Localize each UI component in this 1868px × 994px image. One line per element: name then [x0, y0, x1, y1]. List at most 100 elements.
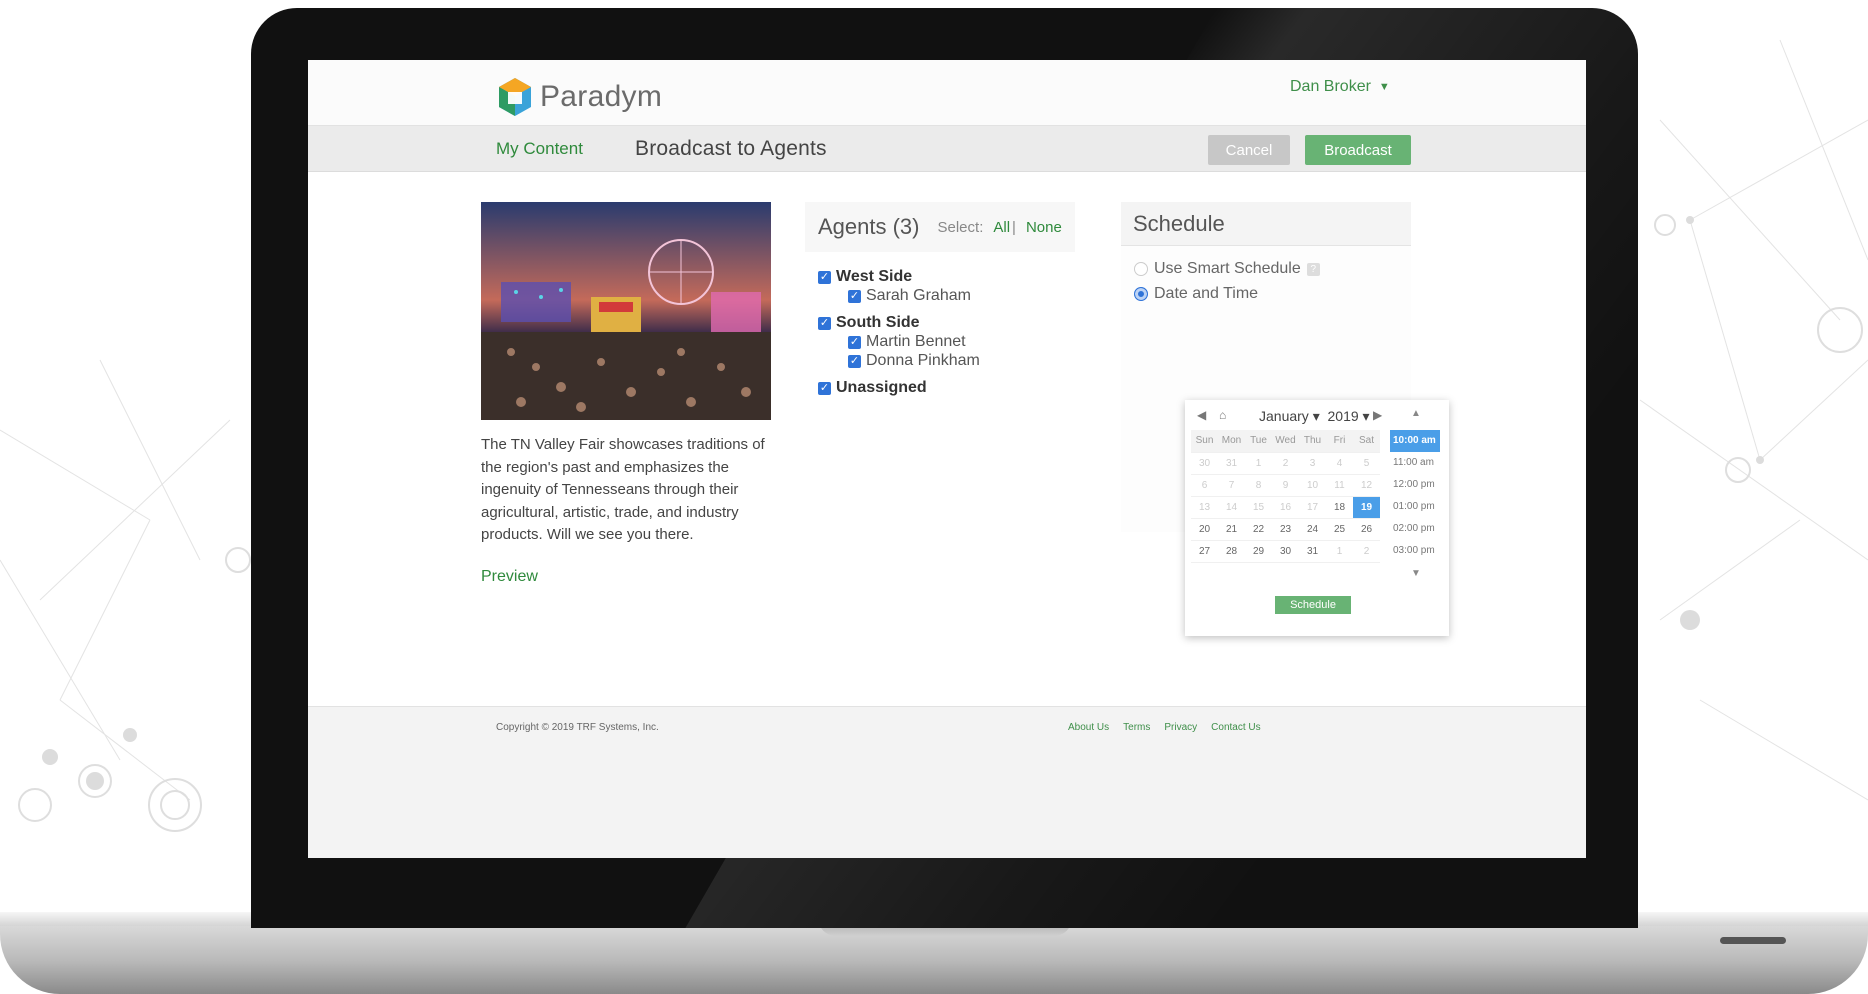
calendar-day[interactable]: 28 — [1218, 540, 1245, 563]
week-row: 27 28 29 30 31 1 2 — [1191, 540, 1380, 563]
time-option[interactable]: 03:00 pm — [1390, 540, 1440, 562]
calendar-grid: Sun Mon Tue Wed Thu Fri Sat 30 31 1 2 3 — [1191, 430, 1380, 563]
group-label: South Side — [836, 314, 920, 331]
brand-logo[interactable]: Paradym — [496, 76, 662, 118]
question-icon[interactable]: ? — [1306, 262, 1320, 276]
time-option-selected[interactable]: 10:00 am — [1390, 430, 1440, 452]
my-content-link[interactable]: My Content — [496, 139, 583, 159]
calendar-day[interactable]: 13 — [1191, 496, 1218, 519]
calendar-day[interactable]: 24 — [1299, 518, 1326, 541]
weekday-label: Tue — [1245, 430, 1272, 453]
next-month-icon[interactable]: ▶ — [1373, 408, 1382, 422]
group-label: Unassigned — [836, 379, 927, 396]
calendar-day[interactable]: 8 — [1245, 474, 1272, 497]
date-time-option[interactable]: Date and Time — [1134, 285, 1258, 303]
calendar-day[interactable]: 30 — [1191, 452, 1218, 475]
time-option[interactable]: 12:00 pm — [1390, 474, 1440, 496]
month-year-select[interactable]: January ▾ 2019 ▾ — [1259, 408, 1370, 425]
home-icon[interactable]: ⌂ — [1219, 408, 1226, 422]
fair-photo — [481, 202, 771, 420]
calendar-day[interactable]: 5 — [1353, 452, 1380, 475]
group-row-unassigned[interactable]: ✓ Unassigned — [818, 379, 927, 397]
week-row: 6 7 8 9 10 11 12 — [1191, 474, 1380, 497]
agent-label: Donna Pinkham — [866, 352, 980, 369]
weekday-row: Sun Mon Tue Wed Thu Fri Sat — [1191, 430, 1380, 453]
checkbox-checked-icon[interactable]: ✓ — [848, 354, 861, 368]
calendar-day[interactable]: 27 — [1191, 540, 1218, 563]
year-select[interactable]: 2019 — [1328, 408, 1359, 424]
checkbox-checked-icon[interactable]: ✓ — [818, 381, 831, 395]
calendar-day[interactable]: 1 — [1245, 452, 1272, 475]
calendar-day[interactable]: 12 — [1353, 474, 1380, 497]
select-all-link[interactable]: All — [993, 219, 1010, 236]
agent-row-donna-pinkham[interactable]: ✓ Donna Pinkham — [848, 352, 980, 370]
checkbox-checked-icon[interactable]: ✓ — [848, 335, 861, 349]
calendar-day[interactable]: 14 — [1218, 496, 1245, 519]
checkbox-checked-icon[interactable]: ✓ — [818, 316, 831, 330]
footer-link-privacy[interactable]: Privacy — [1164, 722, 1197, 733]
calendar-day[interactable]: 4 — [1326, 452, 1353, 475]
calendar-day[interactable]: 3 — [1299, 452, 1326, 475]
radio-unselected-icon[interactable] — [1134, 262, 1148, 276]
time-scroll-down-icon[interactable]: ▼ — [1411, 568, 1421, 579]
group-row-west-side[interactable]: ✓ West Side — [818, 268, 912, 286]
calendar-day[interactable]: 16 — [1272, 496, 1299, 519]
brand-name: Paradym — [540, 80, 663, 113]
calendar-day[interactable]: 11 — [1326, 474, 1353, 497]
schedule-button[interactable]: Schedule — [1275, 596, 1351, 614]
calendar-day-selected[interactable]: 19 — [1353, 496, 1380, 519]
week-row: 13 14 15 16 17 18 19 — [1191, 496, 1380, 519]
calendar-day[interactable]: 31 — [1218, 452, 1245, 475]
calendar-day[interactable]: 26 — [1353, 518, 1380, 541]
checkbox-checked-icon[interactable]: ✓ — [818, 270, 831, 284]
select-separator: | — [1012, 218, 1016, 236]
time-option[interactable]: 01:00 pm — [1390, 496, 1440, 518]
calendar-day[interactable]: 2 — [1272, 452, 1299, 475]
prev-month-icon[interactable]: ◀ — [1197, 408, 1206, 422]
broadcast-button[interactable]: Broadcast — [1305, 135, 1411, 165]
smart-schedule-option[interactable]: Use Smart Schedule ? — [1134, 260, 1320, 278]
agent-row-sarah-graham[interactable]: ✓ Sarah Graham — [848, 287, 971, 305]
footer-link-about[interactable]: About Us — [1068, 722, 1109, 733]
footer-link-contact[interactable]: Contact Us — [1211, 722, 1260, 733]
select-label: Select: — [937, 218, 984, 236]
agents-header: Agents (3) Select: All | None — [805, 202, 1075, 252]
footer-link-terms[interactable]: Terms — [1123, 722, 1150, 733]
checkbox-checked-icon[interactable]: ✓ — [848, 289, 861, 303]
week-row: 20 21 22 23 24 25 26 — [1191, 518, 1380, 541]
calendar-day[interactable]: 23 — [1272, 518, 1299, 541]
calendar-day[interactable]: 1 — [1326, 540, 1353, 563]
calendar-day[interactable]: 9 — [1272, 474, 1299, 497]
month-select[interactable]: January — [1259, 408, 1309, 424]
calendar-day[interactable]: 15 — [1245, 496, 1272, 519]
agent-label: Sarah Graham — [866, 287, 971, 304]
week-row: 30 31 1 2 3 4 5 — [1191, 452, 1380, 475]
calendar-day[interactable]: 18 — [1326, 496, 1353, 519]
laptop-lid: Paradym Dan Broker ▼ My Content Broadcas… — [251, 8, 1638, 928]
time-scroll-up-icon[interactable]: ▲ — [1411, 408, 1421, 419]
calendar-day[interactable]: 2 — [1353, 540, 1380, 563]
laptop-screen: Paradym Dan Broker ▼ My Content Broadcas… — [308, 60, 1586, 858]
cancel-button[interactable]: Cancel — [1208, 135, 1290, 165]
group-row-south-side[interactable]: ✓ South Side — [818, 314, 920, 332]
calendar-day[interactable]: 6 — [1191, 474, 1218, 497]
user-menu[interactable]: Dan Broker ▼ — [1290, 78, 1390, 96]
calendar-day[interactable]: 17 — [1299, 496, 1326, 519]
calendar-day[interactable]: 21 — [1218, 518, 1245, 541]
calendar-day[interactable]: 31 — [1299, 540, 1326, 563]
preview-link[interactable]: Preview — [481, 568, 538, 586]
calendar-day[interactable]: 25 — [1326, 518, 1353, 541]
calendar-day[interactable]: 7 — [1218, 474, 1245, 497]
calendar-day[interactable]: 29 — [1245, 540, 1272, 563]
time-option[interactable]: 11:00 am — [1390, 452, 1440, 474]
time-list: 10:00 am 11:00 am 12:00 pm 01:00 pm 02:0… — [1390, 430, 1440, 562]
calendar-day[interactable]: 30 — [1272, 540, 1299, 563]
calendar-day[interactable]: 10 — [1299, 474, 1326, 497]
calendar-day[interactable]: 20 — [1191, 518, 1218, 541]
radio-selected-icon[interactable] — [1134, 287, 1148, 301]
time-option[interactable]: 02:00 pm — [1390, 518, 1440, 540]
calendar-day[interactable]: 22 — [1245, 518, 1272, 541]
agent-row-martin-bennet[interactable]: ✓ Martin Bennet — [848, 333, 966, 351]
select-none-link[interactable]: None — [1026, 219, 1062, 236]
footer-links: About Us Terms Privacy Contact Us — [1068, 722, 1261, 733]
